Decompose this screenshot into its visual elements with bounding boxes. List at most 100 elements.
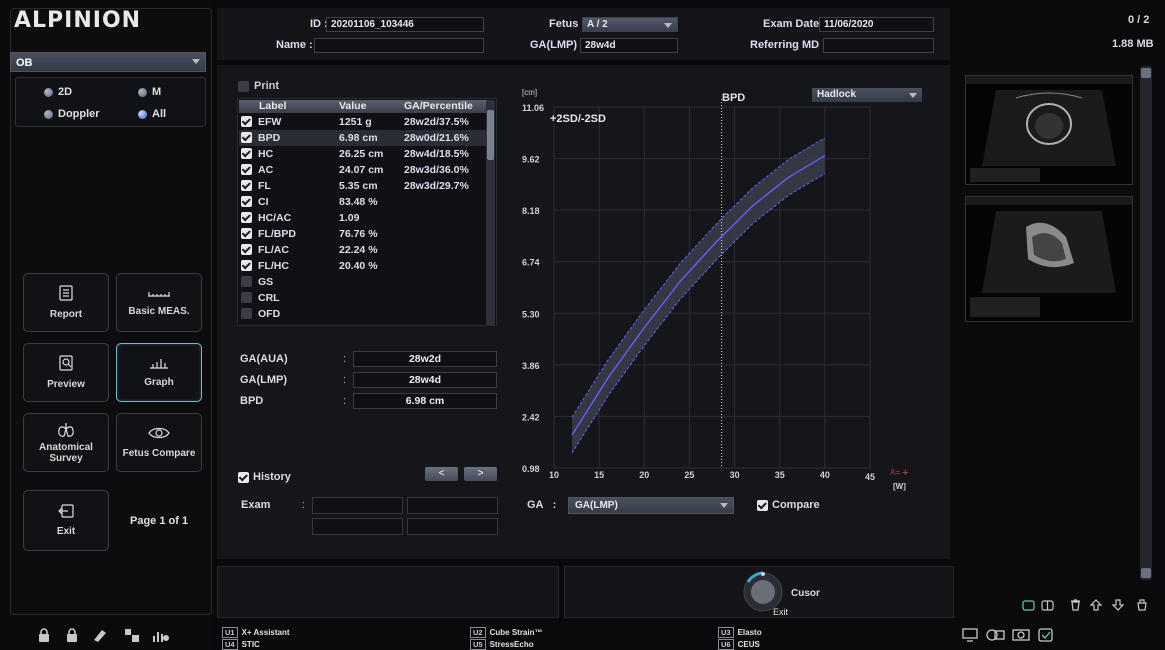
method-select-value: Hadlock — [817, 89, 856, 100]
y-tick-label: 3.86 — [522, 361, 540, 371]
network-icon[interactable] — [124, 628, 140, 647]
table-row[interactable]: FL/AC 22.24 % — [239, 242, 487, 258]
history-checkbox[interactable]: History — [238, 471, 291, 483]
mode-radio-m[interactable]: M — [138, 86, 161, 98]
exit-button[interactable]: Exit — [23, 490, 109, 551]
table-row[interactable]: FL 5.35 cm 28w3d/29.7% — [239, 178, 487, 194]
user-key-u1[interactable]: U1 X+ Assistant — [222, 627, 290, 638]
ultrasound-thumbnail[interactable] — [965, 196, 1133, 322]
ultrasound-thumbnail[interactable] — [965, 75, 1133, 185]
mode-radio-2d[interactable]: 2D — [44, 86, 72, 98]
row-checkbox[interactable] — [241, 148, 252, 159]
table-row[interactable]: GS — [239, 274, 487, 290]
probe-icon[interactable] — [92, 628, 108, 647]
page-indicator: Page 1 of 1 — [130, 515, 189, 527]
video-record-icon[interactable] — [1012, 628, 1030, 647]
application-select[interactable]: OB — [10, 52, 206, 72]
key-badge: U6 — [718, 639, 734, 650]
ga-select[interactable]: GA(LMP) — [568, 497, 734, 514]
fetus-select[interactable]: A / 2 — [582, 17, 678, 32]
galmp-field[interactable]: 28w4d — [580, 38, 678, 53]
y-tick-label: 0.98 — [522, 464, 540, 474]
key-badge: U1 — [222, 627, 238, 638]
referring-md-field[interactable] — [823, 38, 934, 53]
exam-date-label: Exam Date : — [763, 18, 826, 30]
anatomical-survey-button[interactable]: Anatomical Survey — [23, 413, 109, 472]
basic-meas-label: Basic MEAS. — [128, 306, 190, 317]
row-checkbox[interactable] — [241, 212, 252, 223]
scrollbar-thumb[interactable] — [487, 110, 494, 160]
compare-checkbox[interactable]: Compare — [757, 499, 820, 511]
graph-button[interactable]: Graph — [116, 343, 202, 402]
row-checkbox[interactable] — [241, 180, 252, 191]
exam-date-field[interactable]: 11/06/2020 — [819, 17, 934, 32]
row-checkbox[interactable] — [241, 228, 252, 239]
lock-icon[interactable] — [38, 628, 50, 647]
row-label: FL/HC — [258, 260, 289, 272]
move-up-icon[interactable] — [1089, 598, 1103, 616]
print-checkbox[interactable]: Print — [238, 80, 279, 92]
basic-meas-button[interactable]: Basic MEAS. — [116, 273, 202, 332]
row-checkbox[interactable] — [241, 164, 252, 175]
table-row[interactable]: FL/HC 20.40 % — [239, 258, 487, 274]
id-field[interactable]: 20201106_103446 — [326, 17, 484, 32]
select-one-icon[interactable] — [1022, 598, 1035, 616]
export-icon[interactable] — [1136, 598, 1148, 616]
history-next-button[interactable]: > — [464, 467, 497, 481]
table-scrollbar[interactable] — [486, 100, 495, 325]
user-key-u2[interactable]: U2 Cube Strain™ — [470, 627, 543, 638]
chart-settings-icon[interactable] — [152, 628, 170, 647]
delete-icon[interactable] — [1070, 598, 1081, 616]
report-button[interactable]: Report — [23, 273, 109, 332]
row-value: 83.48 % — [339, 196, 378, 208]
row-checkbox[interactable] — [241, 260, 252, 271]
row-checkbox[interactable] — [241, 132, 252, 143]
row-checkbox[interactable] — [241, 116, 252, 127]
history-prev-button[interactable]: < — [425, 467, 458, 481]
user-key-u3[interactable]: U3 Elasto — [718, 627, 762, 638]
name-field[interactable] — [314, 38, 484, 53]
table-row[interactable]: OFD — [239, 306, 487, 322]
monitor-icon[interactable] — [962, 628, 978, 647]
mode-radio-all[interactable]: All — [138, 108, 166, 120]
select-all-icon[interactable] — [1041, 598, 1054, 616]
row-checkbox[interactable] — [241, 196, 252, 207]
row-label: EFW — [258, 116, 282, 128]
table-row[interactable]: AC 24.07 cm 28w3d/36.0% — [239, 162, 487, 178]
growth-chart[interactable]: 11.06 9.62 8.18 6.74 5.30 3.86 2.42 0.98 10 15 20 2… — [510, 85, 940, 495]
user-key-u5[interactable]: U5 StressEcho — [470, 639, 534, 650]
table-row[interactable]: BPD 6.98 cm 28w0d/21.6% — [239, 130, 487, 146]
scroll-up-button[interactable] — [1141, 68, 1151, 78]
table-row[interactable]: FL/BPD 76.76 % — [239, 226, 487, 242]
scroll-down-button[interactable] — [1141, 568, 1151, 578]
key-label: STIC — [241, 640, 260, 649]
verified-icon[interactable] — [1038, 628, 1054, 647]
row-label: CI — [258, 196, 269, 208]
y-tick-label: 11.06 — [522, 103, 544, 113]
exam-slot[interactable] — [312, 518, 403, 535]
row-checkbox[interactable] — [241, 276, 252, 287]
table-row[interactable]: CRL — [239, 290, 487, 306]
row-checkbox[interactable] — [241, 292, 252, 303]
lock-alt-icon[interactable] — [66, 628, 78, 647]
row-checkbox[interactable] — [241, 308, 252, 319]
row-value: 20.40 % — [339, 260, 378, 272]
preview-button[interactable]: Preview — [23, 343, 109, 402]
row-label: HC/AC — [258, 212, 292, 224]
user-key-u4[interactable]: U4 STIC — [222, 639, 260, 650]
mode-radio-doppler[interactable]: Doppler — [44, 108, 100, 120]
thumbnail-scrollbar[interactable] — [1140, 66, 1152, 580]
user-key-u6[interactable]: U6 CEUS — [718, 639, 760, 650]
fetus-compare-button[interactable]: Fetus Compare — [116, 413, 202, 472]
table-row[interactable]: HC/AC 1.09 — [239, 210, 487, 226]
table-row[interactable]: HC 26.25 cm 28w4d/18.5% — [239, 146, 487, 162]
exam-slot[interactable] — [312, 497, 403, 514]
table-row[interactable]: EFW 1251 g 28w2d/37.5% — [239, 114, 487, 130]
exam-slot[interactable] — [407, 497, 498, 514]
method-select[interactable]: Hadlock — [812, 88, 922, 102]
transfer-icon[interactable] — [986, 628, 1006, 647]
move-down-icon[interactable] — [1111, 598, 1125, 616]
exam-slot[interactable] — [407, 518, 498, 535]
table-row[interactable]: CI 83.48 % — [239, 194, 487, 210]
row-checkbox[interactable] — [241, 244, 252, 255]
